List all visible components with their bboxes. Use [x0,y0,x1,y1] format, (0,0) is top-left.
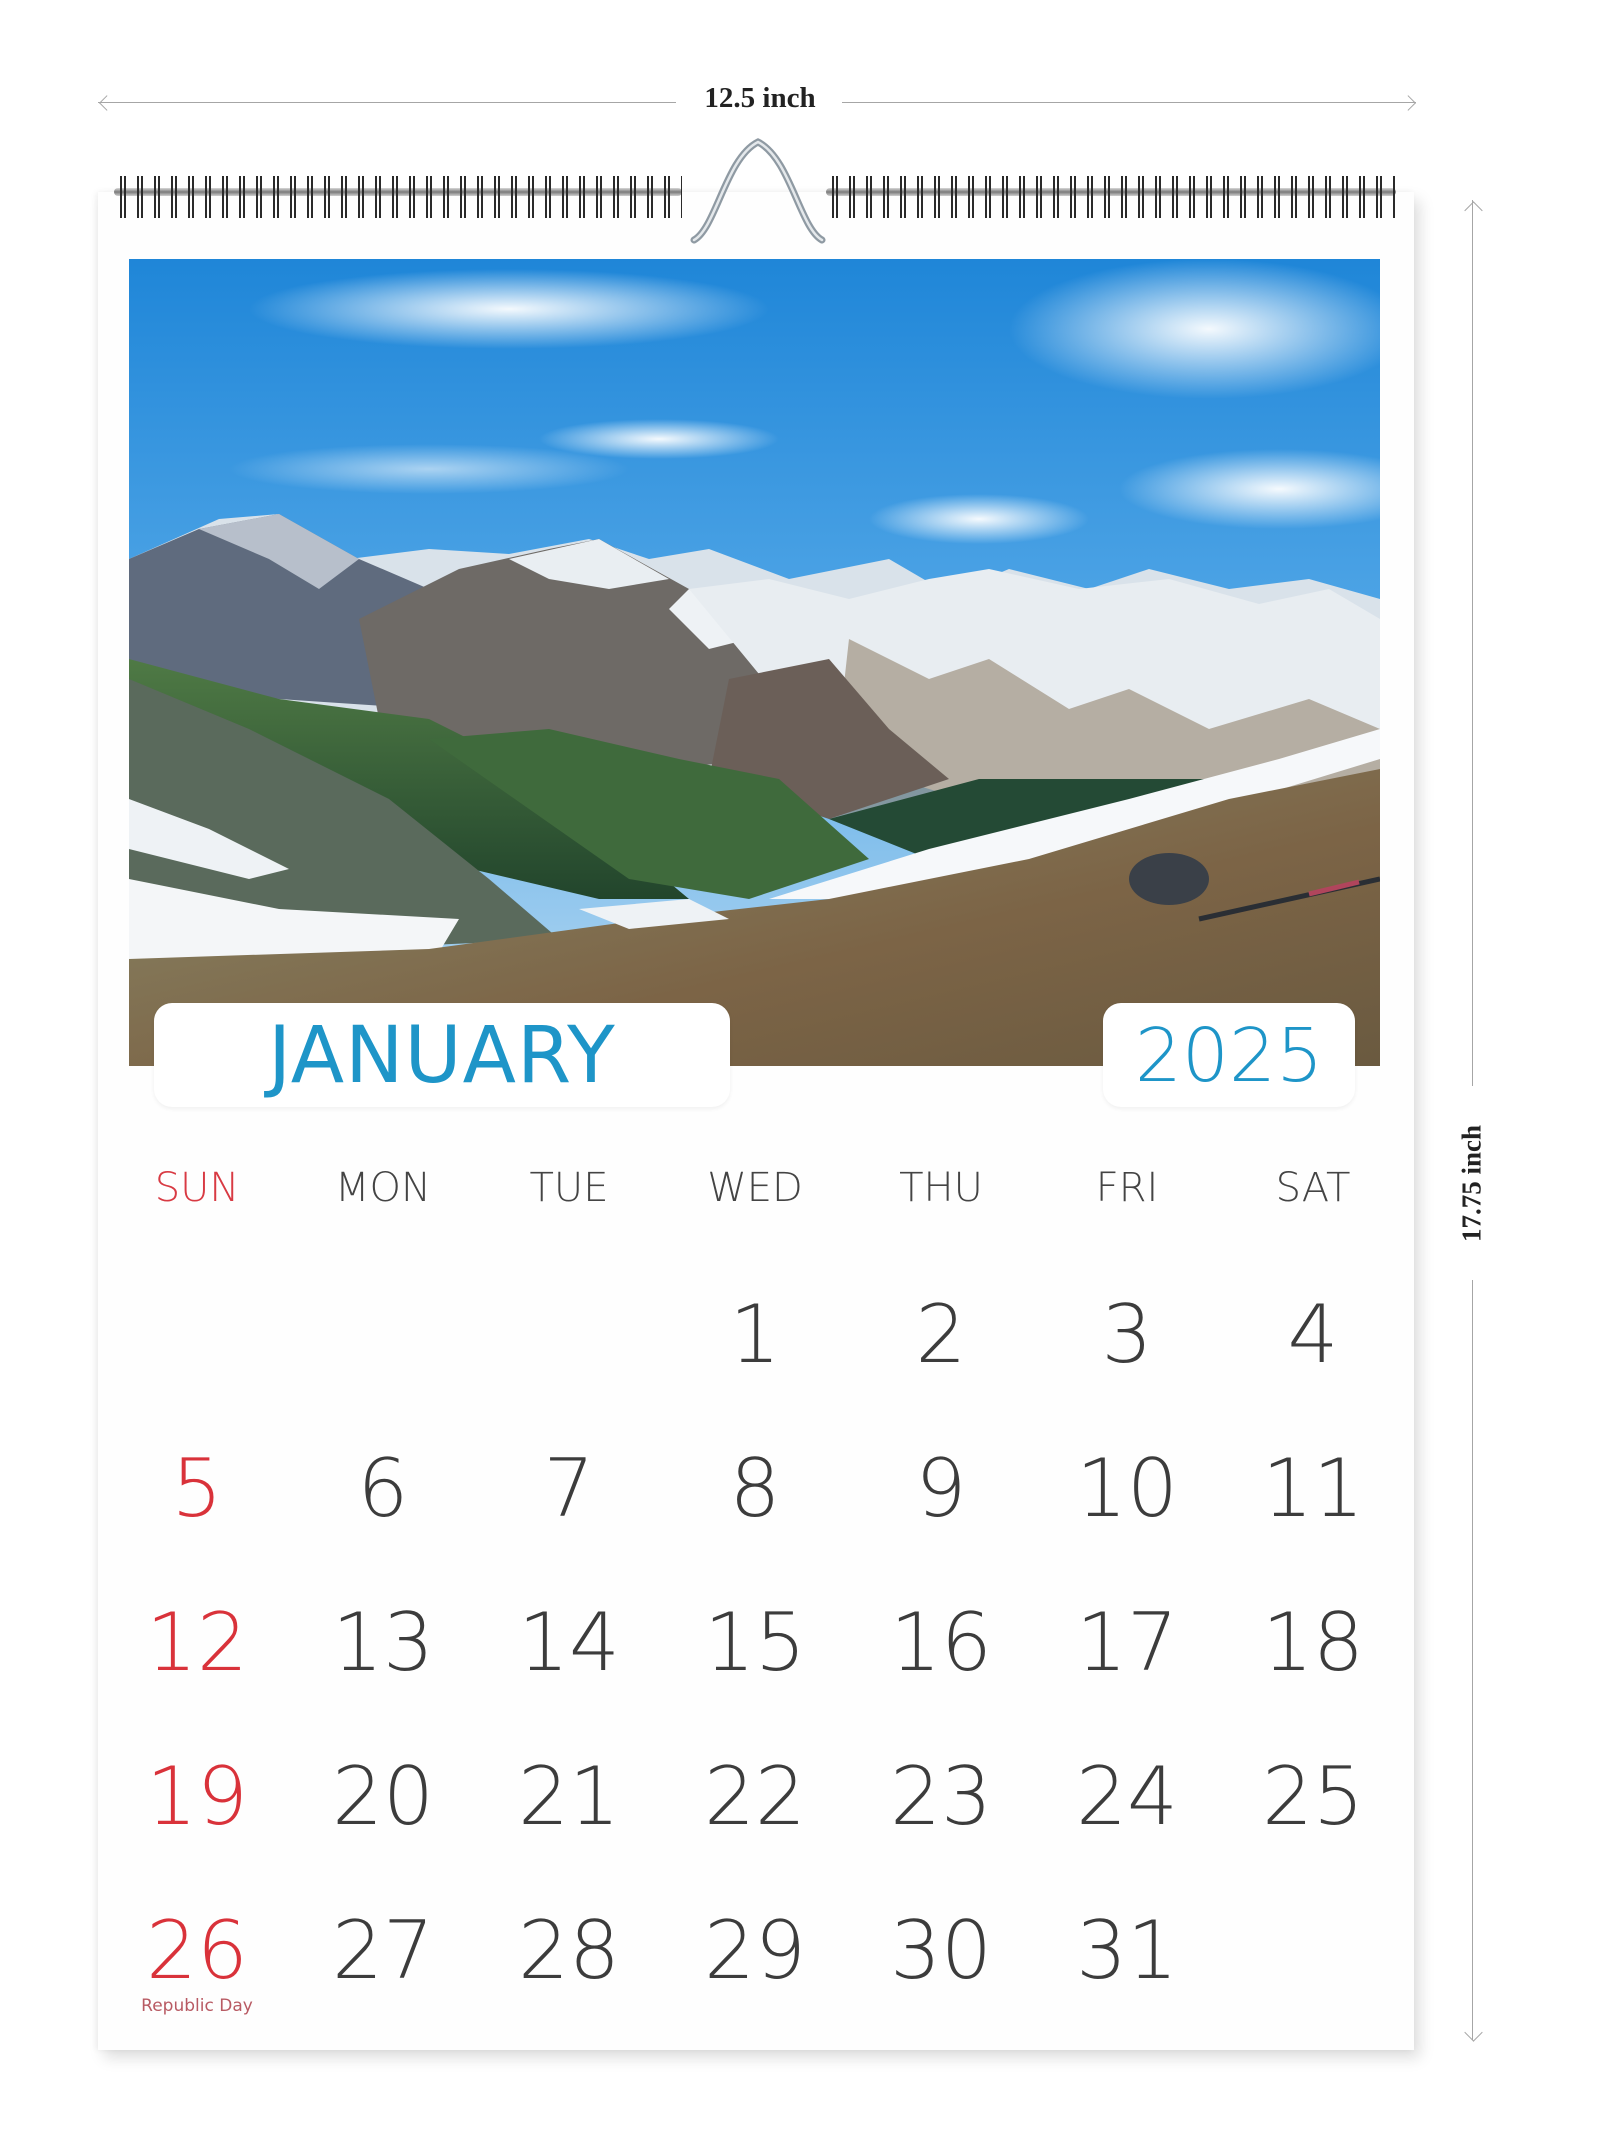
day-cell: 16 [890,1596,992,1689]
month-name: JANUARY [268,1011,616,1101]
day-cell: 19 [146,1750,248,1843]
day-cell: 31 [1076,1904,1178,1997]
arrow-down-icon [1464,2023,1483,2042]
day-cell: 7 [543,1442,595,1535]
day-cell: 27 [332,1904,434,1997]
width-dimension-label: 12.5 inch [704,82,816,114]
weekday-wed: WED [707,1165,803,1211]
day-cell: 18 [1262,1596,1364,1689]
day-cell: 28 [518,1904,620,1997]
day-cell: 21 [518,1750,620,1843]
day-cell: 2 [915,1288,967,1381]
height-dimension-line-top [1472,200,1473,1086]
day-cell: 13 [332,1596,434,1689]
day-cell: 17 [1076,1596,1178,1689]
weekday-thu: THU [899,1165,983,1211]
width-dimension-line-right [842,102,1416,103]
weekday-sat: SAT [1275,1165,1351,1211]
height-dimension-label: 17.75 inch [1456,1124,1487,1243]
month-label-box: JANUARY [154,1003,730,1107]
day-cell: 12 [146,1596,248,1689]
weekday-tue: TUE [529,1165,609,1211]
weekday-fri: FRI [1095,1165,1159,1211]
day-cell: 26 [146,1904,248,1997]
day-cell: 3 [1101,1288,1153,1381]
calendar-photo [129,259,1380,1066]
day-cell: 14 [518,1596,620,1689]
day-cell: 11 [1262,1442,1364,1535]
day-cell: 1 [729,1288,781,1381]
day-cell: 9 [915,1442,967,1535]
year: 2025 [1134,1013,1324,1099]
day-cell: 5 [171,1442,223,1535]
spiral-binding-right [826,176,1396,218]
day-cell: 4 [1287,1288,1339,1381]
day-cell: 24 [1076,1750,1178,1843]
weekday-mon: MON [335,1165,431,1211]
day-cell: 6 [357,1442,409,1535]
holiday-label: Republic Day [141,1996,253,2016]
weekday-header: SUN MON TUE WED THU FRI SAT [104,1165,1404,1225]
width-dimension-line-left [98,102,676,103]
day-cell: 8 [729,1442,781,1535]
arrow-left-icon [99,95,115,111]
spiral-binding-left [114,176,682,218]
day-cell: 10 [1076,1442,1178,1535]
arrow-up-icon [1464,201,1483,220]
hanger-hook-icon [690,138,826,244]
height-dimension-line-bottom [1472,1280,1473,2040]
arrow-right-icon [1400,95,1416,111]
mountain-landscape-image [129,259,1380,1066]
day-cell: 15 [704,1596,806,1689]
day-cell: 25 [1262,1750,1364,1843]
day-cell: 22 [704,1750,806,1843]
weekday-sun: SUN [154,1165,240,1211]
day-cell: 23 [890,1750,992,1843]
day-cell: 20 [332,1750,434,1843]
year-label-box: 2025 [1103,1003,1355,1107]
day-cell: 30 [890,1904,992,1997]
day-cell: 29 [704,1904,806,1997]
